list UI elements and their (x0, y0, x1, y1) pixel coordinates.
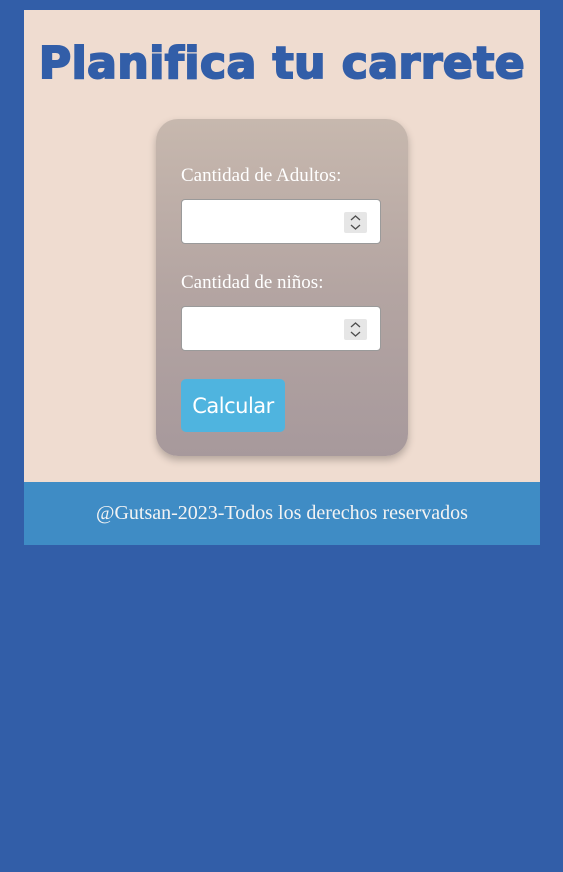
kids-label: Cantidad de niños: (181, 272, 324, 293)
main-section: Planifica tu carrete Cantidad de Adultos… (24, 10, 540, 482)
spinner-arrows-icon (350, 322, 361, 337)
adults-stepper[interactable] (344, 212, 367, 233)
footer: @Gutsan-2023-Todos los derechos reservad… (24, 482, 540, 545)
kids-stepper[interactable] (344, 319, 367, 340)
adults-input[interactable] (182, 200, 332, 243)
page-container: Planifica tu carrete Cantidad de Adultos… (24, 10, 540, 545)
calculate-button[interactable]: Calcular (181, 379, 285, 432)
calculator-card: Cantidad de Adultos: Cantidad de niños: (156, 119, 408, 456)
footer-text: @Gutsan-2023-Todos los derechos reservad… (96, 502, 468, 524)
page-title: Planifica tu carrete (38, 37, 526, 90)
adults-label: Cantidad de Adultos: (181, 165, 342, 186)
adults-number-field[interactable] (181, 199, 381, 244)
spinner-arrows-icon (350, 215, 361, 230)
kids-number-field[interactable] (181, 306, 381, 351)
kids-input[interactable] (182, 307, 332, 350)
